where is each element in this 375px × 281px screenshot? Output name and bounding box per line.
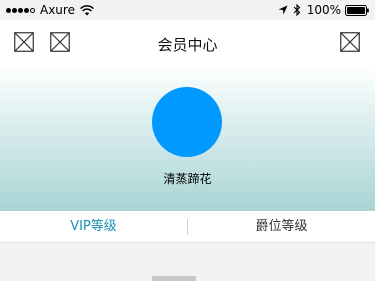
tab-title-level[interactable]: 爵位等级 — [188, 211, 375, 243]
signal-strength-icon — [6, 7, 36, 13]
image-placeholder-icon — [340, 32, 360, 52]
battery-percentage: 100% — [306, 3, 341, 17]
location-arrow-icon — [278, 5, 288, 15]
avatar[interactable] — [152, 87, 222, 157]
carrier-name: Axure — [40, 3, 75, 17]
content-placeholder-block — [152, 276, 196, 281]
tab-content — [0, 243, 375, 281]
wifi-icon — [80, 4, 94, 15]
page-title: 会员中心 — [157, 36, 218, 54]
nav-bar: 会员中心 — [0, 20, 375, 64]
tab-bar: VIP等级 爵位等级 — [0, 211, 375, 243]
battery-icon — [345, 4, 369, 16]
status-bar: Axure 100% — [0, 0, 375, 20]
nav-right-button[interactable] — [340, 32, 360, 52]
profile-header: 清蒸蹄花 — [0, 64, 375, 211]
bluetooth-icon — [293, 4, 300, 16]
username: 清蒸蹄花 — [163, 172, 212, 186]
status-left: Axure — [6, 3, 94, 17]
tab-vip-level[interactable]: VIP等级 — [0, 211, 187, 243]
status-right: 100% — [278, 3, 369, 17]
